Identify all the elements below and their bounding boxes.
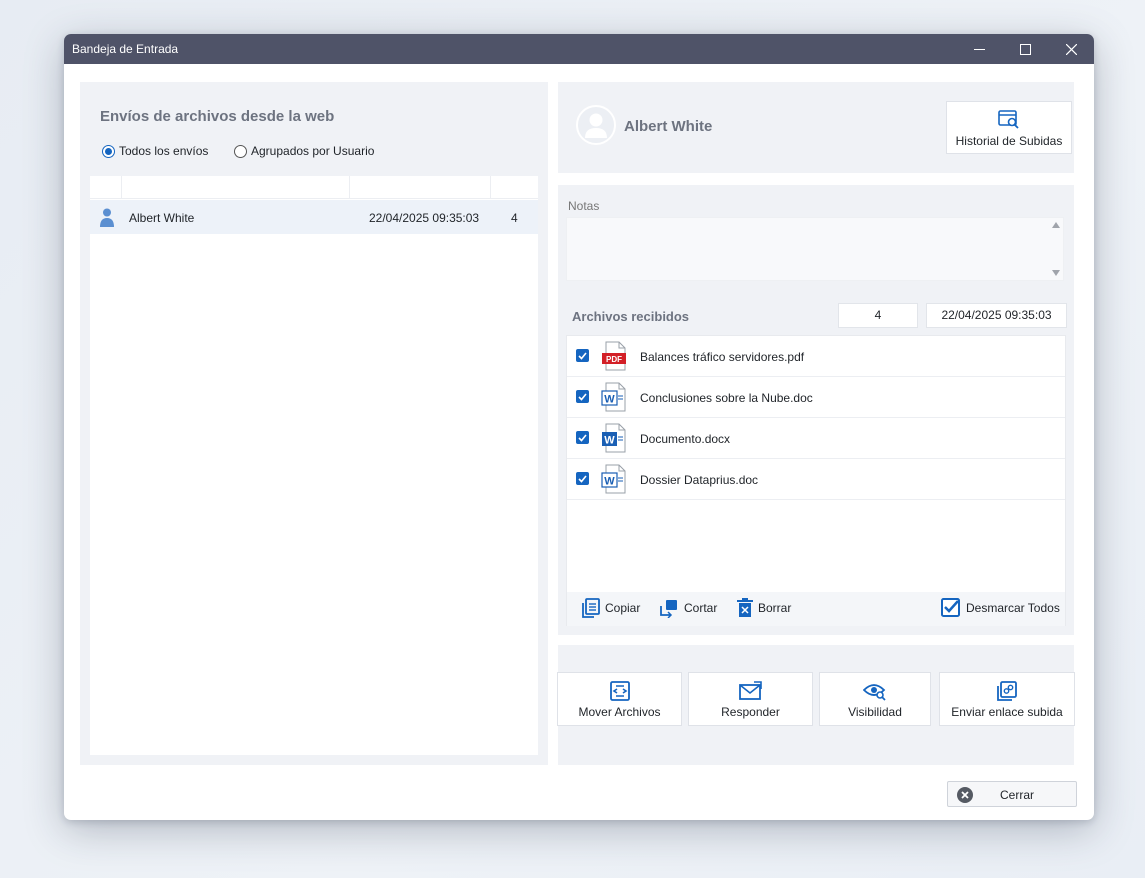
copy-label: Copiar <box>605 601 641 615</box>
notes-scrollbar[interactable] <box>1049 218 1063 280</box>
selected-user-name: Albert White <box>624 118 713 135</box>
minimize-button[interactable] <box>956 34 1002 64</box>
close-window-button[interactable] <box>1048 34 1094 64</box>
maximize-button[interactable] <box>1002 34 1048 64</box>
radio-all-uploads[interactable]: Todos los envíos <box>102 144 208 158</box>
delete-label: Borrar <box>758 601 792 615</box>
word-file-icon: W <box>602 423 626 453</box>
uncheck-all-label: Desmarcar Todos <box>966 601 1060 615</box>
scroll-down-icon[interactable] <box>1052 270 1060 276</box>
checkbox-checked-icon <box>941 598 960 617</box>
upload-history-button[interactable]: Historial de Subidas <box>946 101 1072 154</box>
eye-search-icon <box>863 684 886 701</box>
copy-button[interactable]: Copiar <box>581 598 640 618</box>
file-name: Documento.docx <box>640 432 731 446</box>
svg-text:W: W <box>604 394 615 406</box>
reply-button[interactable]: Responder <box>688 672 813 726</box>
radio-grouped-by-user[interactable]: Agrupados por Usuario <box>234 144 374 158</box>
user-card: Albert White Historial de Subidas <box>558 82 1074 173</box>
pdf-file-icon: PDF <box>602 341 626 371</box>
word-file-icon: W <box>601 464 626 494</box>
notes-label: Notas <box>568 199 600 213</box>
link-icon <box>997 681 1017 701</box>
reply-label: Responder <box>721 705 780 719</box>
list-item[interactable]: W Conclusiones sobre la Nube.doc <box>567 377 1065 418</box>
avatar <box>576 105 616 145</box>
close-icon <box>1065 43 1077 55</box>
check-icon <box>578 392 587 401</box>
uploads-list-header <box>90 176 538 199</box>
send-upload-link-button[interactable]: Enviar enlace subida <box>939 672 1075 726</box>
notes-textarea[interactable] <box>566 217 1064 281</box>
copy-icon <box>582 598 600 618</box>
uploads-list[interactable]: Albert White 22/04/2025 09:35:03 4 <box>90 176 538 755</box>
list-item[interactable]: W Dossier Dataprius.doc <box>567 459 1065 500</box>
check-icon <box>578 474 587 483</box>
files-date-field: 22/04/2025 09:35:03 <box>926 303 1067 328</box>
list-item[interactable]: PDF Balances tráfico servidores.pdf <box>567 336 1065 377</box>
upload-user-name: Albert White <box>129 211 195 225</box>
cut-icon <box>660 600 677 618</box>
column-divider[interactable] <box>349 176 350 199</box>
uploads-panel: Envíos de archivos desde la web Todos lo… <box>80 82 548 765</box>
check-icon <box>578 433 587 442</box>
svg-text:W: W <box>604 476 615 488</box>
file-checkbox[interactable] <box>576 349 589 362</box>
maximize-icon <box>1019 43 1031 55</box>
avatar-icon <box>585 113 607 138</box>
inbox-window: Bandeja de Entrada Envíos de archivos de… <box>64 34 1094 820</box>
radio-dot-icon <box>234 144 247 158</box>
trash-icon <box>737 598 753 617</box>
window-title: Bandeja de Entrada <box>72 42 179 56</box>
file-name: Balances tráfico servidores.pdf <box>640 350 805 364</box>
visibility-label: Visibilidad <box>848 705 902 719</box>
close-button[interactable]: Cerrar <box>947 781 1077 807</box>
file-checkbox[interactable] <box>576 390 589 403</box>
mail-reply-icon <box>738 681 762 700</box>
check-icon <box>578 351 587 360</box>
delete-button[interactable]: Borrar <box>737 598 791 618</box>
column-divider[interactable] <box>121 176 122 199</box>
upload-history-label: Historial de Subidas <box>955 134 1063 148</box>
send-upload-link-label: Enviar enlace subida <box>951 705 1063 719</box>
actions-panel: Mover Archivos Responder Visibilidad Env… <box>557 645 1075 765</box>
files-list[interactable]: PDF Balances tráfico servidores.pdf W Co… <box>566 335 1066 626</box>
svg-text:PDF: PDF <box>606 355 622 364</box>
visibility-button[interactable]: Visibilidad <box>819 672 931 726</box>
list-item[interactable]: Albert White 22/04/2025 09:35:03 4 <box>90 200 538 234</box>
move-files-button[interactable]: Mover Archivos <box>557 672 682 726</box>
history-search-icon <box>998 110 1019 129</box>
user-icon <box>100 208 114 227</box>
move-files-label: Mover Archivos <box>578 705 661 719</box>
files-toolbar: Copiar Cortar Borrar Desmarcar Todos <box>567 592 1065 626</box>
files-count-field: 4 <box>838 303 918 328</box>
scroll-up-icon[interactable] <box>1052 222 1060 228</box>
close-button-label: Cerrar <box>1000 788 1035 802</box>
radio-dot-icon <box>102 144 115 158</box>
details-panel: Notas Archivos recibidos 4 22/04/2025 09… <box>558 185 1074 635</box>
minimize-icon <box>973 48 985 50</box>
svg-text:W: W <box>604 435 615 447</box>
file-checkbox[interactable] <box>576 472 589 485</box>
word-file-icon: W <box>601 382 626 412</box>
upload-count: 4 <box>511 211 518 225</box>
close-circle-icon <box>957 787 973 803</box>
received-files-label: Archivos recibidos <box>572 309 690 324</box>
move-files-icon <box>609 681 630 701</box>
upload-date: 22/04/2025 09:35:03 <box>369 211 480 225</box>
cut-label: Cortar <box>684 601 718 615</box>
column-divider[interactable] <box>490 176 491 199</box>
file-name: Dossier Dataprius.doc <box>640 473 759 487</box>
uncheck-all-button[interactable]: Desmarcar Todos <box>941 598 1060 618</box>
uploads-heading: Envíos de archivos desde la web <box>100 108 335 125</box>
file-name: Conclusiones sobre la Nube.doc <box>640 391 813 405</box>
file-checkbox[interactable] <box>576 431 589 444</box>
title-bar[interactable]: Bandeja de Entrada <box>64 34 1094 64</box>
radio-grouped-label: Agrupados por Usuario <box>251 144 375 158</box>
radio-all-uploads-label: Todos los envíos <box>119 144 209 158</box>
list-item[interactable]: W Documento.docx <box>567 418 1065 459</box>
cut-button[interactable]: Cortar <box>659 598 717 618</box>
